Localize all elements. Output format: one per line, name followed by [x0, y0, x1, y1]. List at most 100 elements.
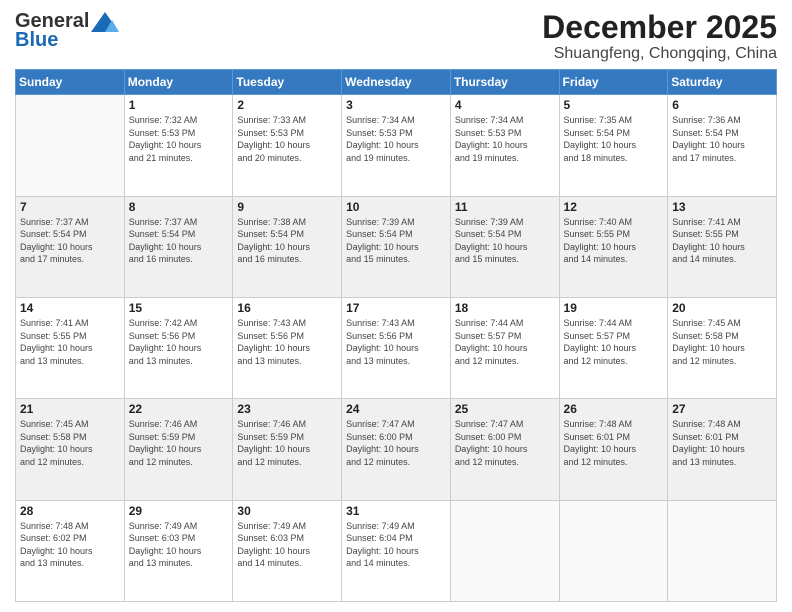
day-info: Sunrise: 7:46 AMSunset: 5:59 PMDaylight:…: [237, 418, 337, 468]
day-info: Sunrise: 7:49 AMSunset: 6:03 PMDaylight:…: [237, 520, 337, 570]
calendar-cell: 2 Sunrise: 7:33 AMSunset: 5:53 PMDaylight…: [233, 95, 342, 196]
day-number: 26: [564, 402, 664, 416]
header-day-tuesday: Tuesday: [233, 70, 342, 95]
day-number: 30: [237, 504, 337, 518]
week-row-1: 1Sunrise: 7:32 AMSunset: 5:53 PMDaylight…: [16, 95, 777, 196]
day-number: 19: [564, 301, 664, 315]
day-number: 9: [237, 200, 337, 214]
day-number: 27: [672, 402, 772, 416]
day-info: Sunrise: 7:33 AMSunset: 5:53 PMDaylight:…: [237, 114, 337, 164]
week-row-4: 21Sunrise: 7:45 AMSunset: 5:58 PMDayligh…: [16, 399, 777, 500]
week-row-5: 28 Sunrise: 7:48 AMSunset: 6:02 PMDayligh…: [16, 500, 777, 601]
calendar-cell: 22 Sunrise: 7:46 AMSunset: 5:59 PMDayligh…: [124, 399, 233, 500]
calendar-cell: 14Sunrise: 7:41 AMSunset: 5:55 PMDayligh…: [16, 297, 125, 398]
day-info: Sunrise: 7:36 AMSunset: 5:54 PMDaylight:…: [672, 114, 772, 164]
header-day-monday: Monday: [124, 70, 233, 95]
day-info: Sunrise: 7:47 AMSunset: 6:00 PMDaylight:…: [455, 418, 555, 468]
week-row-3: 14Sunrise: 7:41 AMSunset: 5:55 PMDayligh…: [16, 297, 777, 398]
day-info: Sunrise: 7:34 AMSunset: 5:53 PMDaylight:…: [455, 114, 555, 164]
day-number: 5: [564, 98, 664, 112]
day-number: 6: [672, 98, 772, 112]
day-number: 14: [20, 301, 120, 315]
header-day-friday: Friday: [559, 70, 668, 95]
logo-icon: [91, 12, 119, 32]
day-info: Sunrise: 7:48 AMSunset: 6:01 PMDaylight:…: [672, 418, 772, 468]
calendar-cell: [668, 500, 777, 601]
calendar-cell: 1Sunrise: 7:32 AMSunset: 5:53 PMDaylight…: [124, 95, 233, 196]
day-number: 4: [455, 98, 555, 112]
calendar-body: 1Sunrise: 7:32 AMSunset: 5:53 PMDaylight…: [16, 95, 777, 602]
month-title: December 2025: [542, 10, 777, 45]
day-info: Sunrise: 7:46 AMSunset: 5:59 PMDaylight:…: [129, 418, 229, 468]
page: General Blue December 2025 Shuangfeng, C…: [0, 0, 792, 612]
day-info: Sunrise: 7:49 AMSunset: 6:03 PMDaylight:…: [129, 520, 229, 570]
day-number: 8: [129, 200, 229, 214]
calendar-cell: 18Sunrise: 7:44 AMSunset: 5:57 PMDayligh…: [450, 297, 559, 398]
day-info: Sunrise: 7:44 AMSunset: 5:57 PMDaylight:…: [564, 317, 664, 367]
day-number: 7: [20, 200, 120, 214]
day-info: Sunrise: 7:48 AMSunset: 6:02 PMDaylight:…: [20, 520, 120, 570]
calendar-cell: 29 Sunrise: 7:49 AMSunset: 6:03 PMDayligh…: [124, 500, 233, 601]
calendar-cell: 10Sunrise: 7:39 AMSunset: 5:54 PMDayligh…: [342, 196, 451, 297]
calendar-cell: 31 Sunrise: 7:49 AMSunset: 6:04 PMDayligh…: [342, 500, 451, 601]
day-info: Sunrise: 7:39 AMSunset: 5:54 PMDaylight:…: [455, 216, 555, 266]
header-day-thursday: Thursday: [450, 70, 559, 95]
day-info: Sunrise: 7:40 AMSunset: 5:55 PMDaylight:…: [564, 216, 664, 266]
calendar-cell: 8 Sunrise: 7:37 AMSunset: 5:54 PMDaylight…: [124, 196, 233, 297]
calendar-header: SundayMondayTuesdayWednesdayThursdayFrid…: [16, 70, 777, 95]
day-number: 12: [564, 200, 664, 214]
day-info: Sunrise: 7:45 AMSunset: 5:58 PMDaylight:…: [672, 317, 772, 367]
day-number: 22: [129, 402, 229, 416]
day-info: Sunrise: 7:38 AMSunset: 5:54 PMDaylight:…: [237, 216, 337, 266]
day-number: 18: [455, 301, 555, 315]
day-info: Sunrise: 7:43 AMSunset: 5:56 PMDaylight:…: [237, 317, 337, 367]
header: General Blue December 2025 Shuangfeng, C…: [15, 10, 777, 63]
day-number: 29: [129, 504, 229, 518]
day-info: Sunrise: 7:37 AMSunset: 5:54 PMDaylight:…: [129, 216, 229, 266]
calendar-cell: 9 Sunrise: 7:38 AMSunset: 5:54 PMDaylight…: [233, 196, 342, 297]
calendar-cell: 6 Sunrise: 7:36 AMSunset: 5:54 PMDaylight…: [668, 95, 777, 196]
day-number: 24: [346, 402, 446, 416]
calendar-cell: 20 Sunrise: 7:45 AMSunset: 5:58 PMDayligh…: [668, 297, 777, 398]
calendar-cell: 17 Sunrise: 7:43 AMSunset: 5:56 PMDayligh…: [342, 297, 451, 398]
header-day-wednesday: Wednesday: [342, 70, 451, 95]
calendar-cell: 5 Sunrise: 7:35 AMSunset: 5:54 PMDaylight…: [559, 95, 668, 196]
day-info: Sunrise: 7:34 AMSunset: 5:53 PMDaylight:…: [346, 114, 446, 164]
calendar-cell: 16Sunrise: 7:43 AMSunset: 5:56 PMDayligh…: [233, 297, 342, 398]
calendar-cell: 13Sunrise: 7:41 AMSunset: 5:55 PMDayligh…: [668, 196, 777, 297]
day-number: 28: [20, 504, 120, 518]
calendar-cell: 28 Sunrise: 7:48 AMSunset: 6:02 PMDayligh…: [16, 500, 125, 601]
day-number: 31: [346, 504, 446, 518]
day-info: Sunrise: 7:42 AMSunset: 5:56 PMDaylight:…: [129, 317, 229, 367]
calendar-cell: 23Sunrise: 7:46 AMSunset: 5:59 PMDayligh…: [233, 399, 342, 500]
calendar-cell: [16, 95, 125, 196]
day-number: 13: [672, 200, 772, 214]
day-info: Sunrise: 7:35 AMSunset: 5:54 PMDaylight:…: [564, 114, 664, 164]
day-number: 20: [672, 301, 772, 315]
calendar-cell: 21Sunrise: 7:45 AMSunset: 5:58 PMDayligh…: [16, 399, 125, 500]
day-number: 17: [346, 301, 446, 315]
calendar-cell: [450, 500, 559, 601]
header-day-saturday: Saturday: [668, 70, 777, 95]
day-number: 15: [129, 301, 229, 315]
day-info: Sunrise: 7:37 AMSunset: 5:54 PMDaylight:…: [20, 216, 120, 266]
location-title: Shuangfeng, Chongqing, China: [542, 45, 777, 63]
day-info: Sunrise: 7:49 AMSunset: 6:04 PMDaylight:…: [346, 520, 446, 570]
header-row: SundayMondayTuesdayWednesdayThursdayFrid…: [16, 70, 777, 95]
day-number: 2: [237, 98, 337, 112]
day-info: Sunrise: 7:32 AMSunset: 5:53 PMDaylight:…: [129, 114, 229, 164]
logo-blue: Blue: [15, 29, 58, 52]
day-info: Sunrise: 7:47 AMSunset: 6:00 PMDaylight:…: [346, 418, 446, 468]
day-number: 11: [455, 200, 555, 214]
calendar-cell: 4 Sunrise: 7:34 AMSunset: 5:53 PMDaylight…: [450, 95, 559, 196]
day-number: 3: [346, 98, 446, 112]
calendar: SundayMondayTuesdayWednesdayThursdayFrid…: [15, 69, 777, 602]
day-info: Sunrise: 7:43 AMSunset: 5:56 PMDaylight:…: [346, 317, 446, 367]
day-info: Sunrise: 7:39 AMSunset: 5:54 PMDaylight:…: [346, 216, 446, 266]
calendar-cell: 11 Sunrise: 7:39 AMSunset: 5:54 PMDayligh…: [450, 196, 559, 297]
day-number: 21: [20, 402, 120, 416]
calendar-cell: 27 Sunrise: 7:48 AMSunset: 6:01 PMDayligh…: [668, 399, 777, 500]
calendar-cell: 24 Sunrise: 7:47 AMSunset: 6:00 PMDayligh…: [342, 399, 451, 500]
title-block: December 2025 Shuangfeng, Chongqing, Chi…: [542, 10, 777, 63]
calendar-cell: 30 Sunrise: 7:49 AMSunset: 6:03 PMDayligh…: [233, 500, 342, 601]
